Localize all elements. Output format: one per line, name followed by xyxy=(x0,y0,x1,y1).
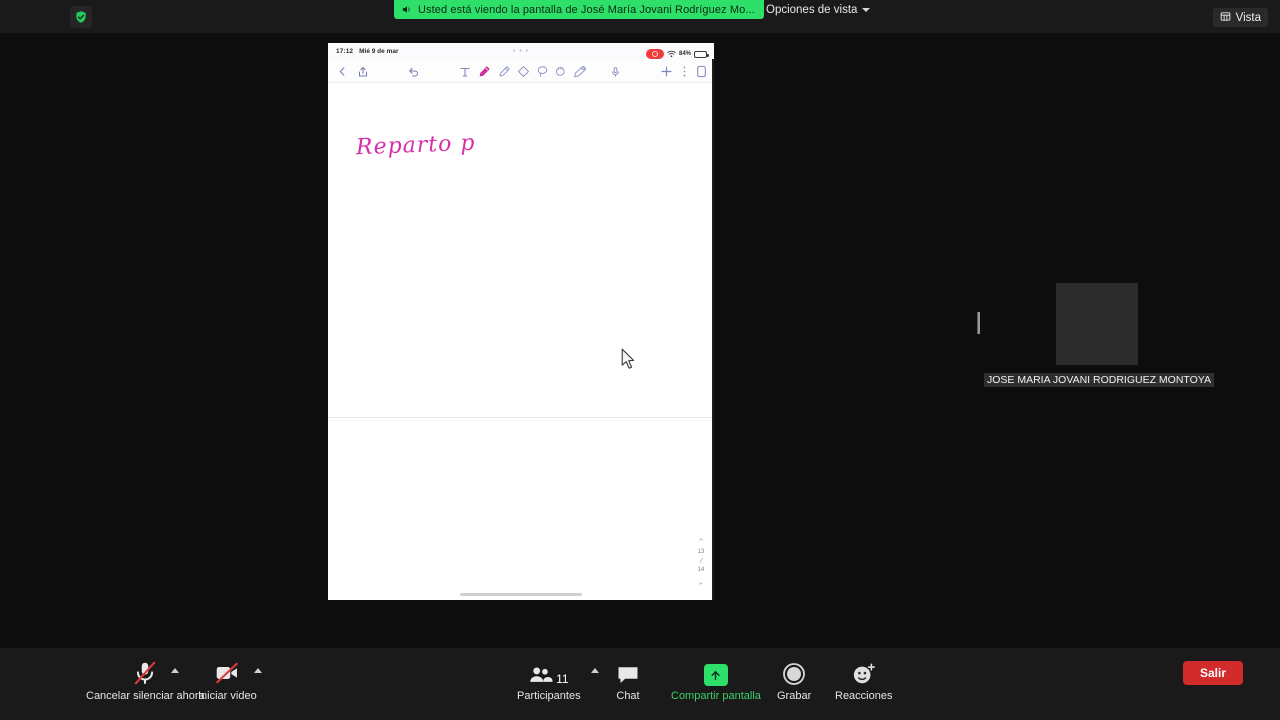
mute-button-label: Cancelar silenciar ahora xyxy=(86,690,205,702)
status-center-dots: • • • xyxy=(512,48,530,55)
text-tool-icon[interactable] xyxy=(456,63,473,80)
page-navigator[interactable]: ⌃ 13 / 14 ⌃ xyxy=(692,538,710,587)
leave-button[interactable]: Salir xyxy=(1183,661,1243,685)
video-options-caret[interactable] xyxy=(254,668,262,673)
chat-button-label: Chat xyxy=(616,690,640,702)
battery-icon xyxy=(694,50,709,58)
lasso-tool-icon[interactable] xyxy=(534,63,551,80)
speaker-icon xyxy=(401,4,412,15)
participants-count: 11 xyxy=(556,672,569,686)
notes-app-toolbar xyxy=(328,59,714,83)
mute-button[interactable]: Cancelar silenciar ahora xyxy=(86,656,205,702)
total-page-number: 14 xyxy=(697,567,705,573)
share-icon[interactable] xyxy=(354,63,371,80)
page-divider-shadow xyxy=(328,420,714,421)
handwriting-text: Reparto p xyxy=(355,130,476,161)
microphone-icon[interactable] xyxy=(607,63,624,80)
view-button[interactable]: Vista xyxy=(1212,8,1268,27)
reactions-button-label: Reacciones xyxy=(835,690,893,702)
ipad-status-bar: 17:12 Mié 9 de mar • • • 84% xyxy=(328,43,714,59)
screen-share-banner: Usted está viendo la pantalla de José Ma… xyxy=(394,0,764,19)
view-options-label: Opciones de vista xyxy=(766,3,858,16)
video-panel-drag-handle[interactable] xyxy=(977,312,980,334)
battery-percent: 84% xyxy=(678,51,691,57)
undo-icon[interactable] xyxy=(405,63,422,80)
zoom-meeting-window: Usted está viendo la pantalla de José Ma… xyxy=(0,0,1280,720)
chevron-up-icon[interactable]: ⌃ xyxy=(697,538,705,547)
chevron-down-icon[interactable]: ⌃ xyxy=(697,576,705,586)
record-button[interactable]: Grabar xyxy=(777,656,811,702)
view-options-menu[interactable]: Opciones de vista xyxy=(760,1,876,18)
microphone-muted-icon xyxy=(132,656,158,686)
participant-name-label: JOSE MARIA JOVANI RODRIGUEZ MONTOYA xyxy=(984,373,1215,387)
shield-check-icon xyxy=(74,10,88,24)
camera-off-icon xyxy=(214,656,240,686)
mute-options-caret[interactable] xyxy=(171,668,179,673)
participants-options-caret[interactable] xyxy=(591,668,599,673)
view-button-label: Vista xyxy=(1235,11,1261,24)
meeting-control-bar: Cancelar silenciar ahora Iniciar video 1… xyxy=(0,648,1280,720)
top-bar: Usted está viendo la pantalla de José Ma… xyxy=(0,0,1280,33)
video-button[interactable]: Iniciar video xyxy=(198,656,257,702)
device-icon[interactable] xyxy=(693,63,710,80)
chevron-down-icon xyxy=(862,7,871,12)
plus-icon[interactable] xyxy=(658,63,675,80)
more-vertical-icon[interactable] xyxy=(676,63,693,80)
shared-screen-right-edge xyxy=(712,59,714,600)
share-up-arrow-icon xyxy=(703,656,728,686)
page-separator: / xyxy=(699,557,703,566)
share-screen-button[interactable]: Compartir pantalla xyxy=(671,656,761,702)
reactions-smiley-icon xyxy=(852,656,876,686)
back-chevron-icon[interactable] xyxy=(334,63,351,80)
marker-tool-icon[interactable] xyxy=(571,63,588,80)
status-date: Mié 9 de mar xyxy=(359,47,399,55)
leave-button-label: Salir xyxy=(1199,666,1226,680)
shape-tool-icon[interactable] xyxy=(552,63,569,80)
pen-tool-icon[interactable] xyxy=(476,63,493,80)
screen-recording-icon xyxy=(645,49,664,59)
reactions-button[interactable]: Reacciones xyxy=(835,656,892,702)
share-screen-button-label: Compartir pantalla xyxy=(671,690,761,702)
eraser-tool-icon[interactable] xyxy=(515,63,532,80)
chat-button[interactable]: Chat xyxy=(616,656,640,702)
chat-bubble-icon xyxy=(616,656,640,686)
participants-button[interactable]: 11 Participantes xyxy=(517,656,581,702)
ipad-home-indicator xyxy=(460,593,582,596)
participant-video-tile[interactable] xyxy=(1056,283,1138,365)
page-divider xyxy=(328,417,714,418)
note-canvas[interactable]: Reparto p ⌃ 13 / 14 ⌃ xyxy=(328,83,714,600)
status-clock: 17:12 xyxy=(336,47,354,55)
record-circle-icon xyxy=(782,656,806,686)
encryption-badge[interactable] xyxy=(70,6,92,28)
video-button-label: Iniciar video xyxy=(198,690,257,702)
record-button-label: Grabar xyxy=(777,690,812,702)
grid-view-icon xyxy=(1220,9,1231,27)
participants-button-label: Participantes xyxy=(517,690,581,702)
participants-icon: 11 xyxy=(529,656,569,686)
screen-share-banner-text: Usted está viendo la pantalla de José Ma… xyxy=(418,3,755,16)
mouse-cursor xyxy=(621,348,637,375)
highlighter-tool-icon[interactable] xyxy=(496,63,513,80)
shared-screen-view[interactable]: 17:12 Mié 9 de mar • • • 84% Reparto p ⌃… xyxy=(328,43,714,600)
current-page-number: 13 xyxy=(697,549,705,555)
